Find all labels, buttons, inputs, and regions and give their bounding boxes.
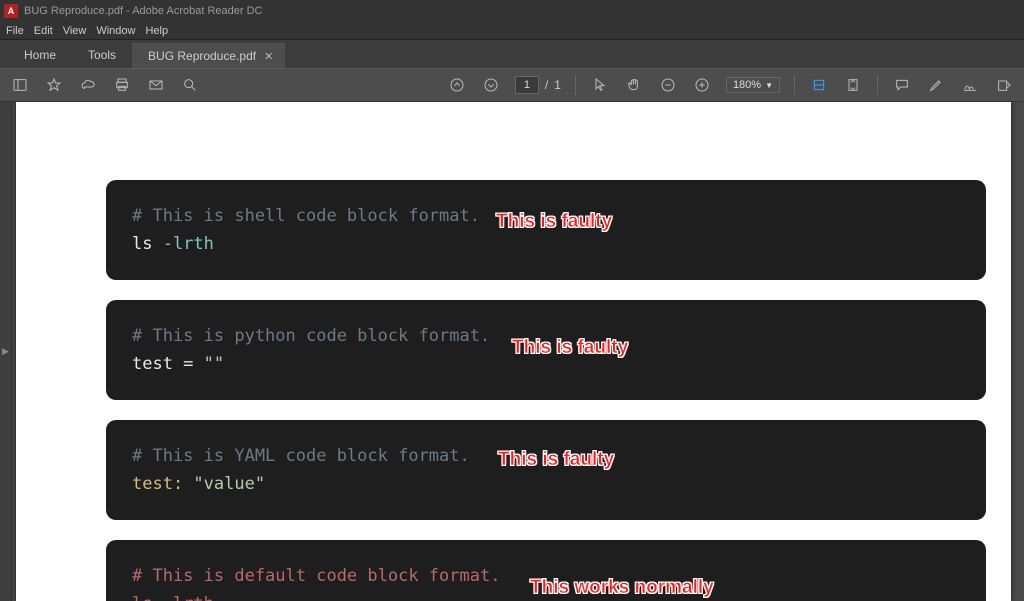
menu-file[interactable]: File [6,25,24,37]
menu-window[interactable]: Window [96,25,135,37]
hand-icon[interactable] [624,75,644,95]
pdf-page: # This is shell code block format.ls -lr… [16,102,1011,601]
window-title: BUG Reproduce.pdf - Adobe Acrobat Reader… [24,5,262,17]
code-token: ls [132,234,163,254]
app-icon: A [4,4,18,18]
toolbar-separator [877,75,878,95]
code-token: ls -lrth [132,594,214,601]
star-icon[interactable] [44,75,64,95]
page-up-icon[interactable] [447,75,467,95]
document-viewport[interactable]: # This is shell code block format.ls -lr… [12,102,1024,601]
page-sep: / [545,78,548,92]
code-token: -lrth [163,234,214,254]
zoom-in-icon[interactable] [692,75,712,95]
tabbar: Home Tools BUG Reproduce.pdf ✕ [0,40,1024,68]
main-area: ▶ # This is shell code block format.ls -… [0,102,1024,601]
left-panel-collapsed[interactable]: ▶ [0,102,12,601]
toolbar: / 1 180% ▼ [0,68,1024,102]
chevron-down-icon: ▼ [765,81,773,90]
code-token: "value" [193,474,265,494]
toolbar-separator [575,75,576,95]
annotation-text: This works normally [530,572,714,601]
tab-document[interactable]: BUG Reproduce.pdf ✕ [132,43,285,68]
code-block: # This is shell code block format.ls -lr… [106,180,986,280]
zoom-out-icon[interactable] [658,75,678,95]
tab-document-label: BUG Reproduce.pdf [148,49,256,63]
code-block: # This is python code block format.test … [106,300,986,400]
menu-view[interactable]: View [63,25,87,37]
zoom-dropdown[interactable]: 180% ▼ [726,77,780,93]
menu-help[interactable]: Help [145,25,168,37]
fit-width-icon[interactable] [809,75,829,95]
close-tab-icon[interactable]: ✕ [264,50,273,63]
toolbar-separator [794,75,795,95]
sign-icon[interactable] [960,75,980,95]
annotation-text: This is faulty [498,444,614,475]
titlebar: A BUG Reproduce.pdf - Adobe Acrobat Read… [0,0,1024,22]
code-token: "" [204,354,224,374]
search-icon[interactable] [180,75,200,95]
select-arrow-icon[interactable] [590,75,610,95]
zoom-value: 180% [733,79,761,91]
mail-icon[interactable] [146,75,166,95]
highlight-icon[interactable] [926,75,946,95]
code-block: # This is YAML code block format.test: "… [106,420,986,520]
code-token: test = [132,354,204,374]
page-indicator: / 1 [515,76,561,94]
cloud-icon[interactable] [78,75,98,95]
menubar: File Edit View Window Help [0,22,1024,40]
fit-page-icon[interactable] [843,75,863,95]
comment-icon[interactable] [892,75,912,95]
menu-edit[interactable]: Edit [34,25,53,37]
print-icon[interactable] [112,75,132,95]
tab-home[interactable]: Home [8,42,72,68]
code-block: # This is default code block format.ls -… [106,540,986,601]
code-token: test: [132,474,193,494]
annotation-text: This is faulty [512,332,628,363]
more-tools-icon[interactable] [994,75,1014,95]
page-down-icon[interactable] [481,75,501,95]
page-total: 1 [554,78,561,92]
annotation-text: This is faulty [496,206,612,237]
page-current-input[interactable] [515,76,539,94]
tab-tools[interactable]: Tools [72,42,132,68]
sidebar-toggle-icon[interactable] [10,75,30,95]
